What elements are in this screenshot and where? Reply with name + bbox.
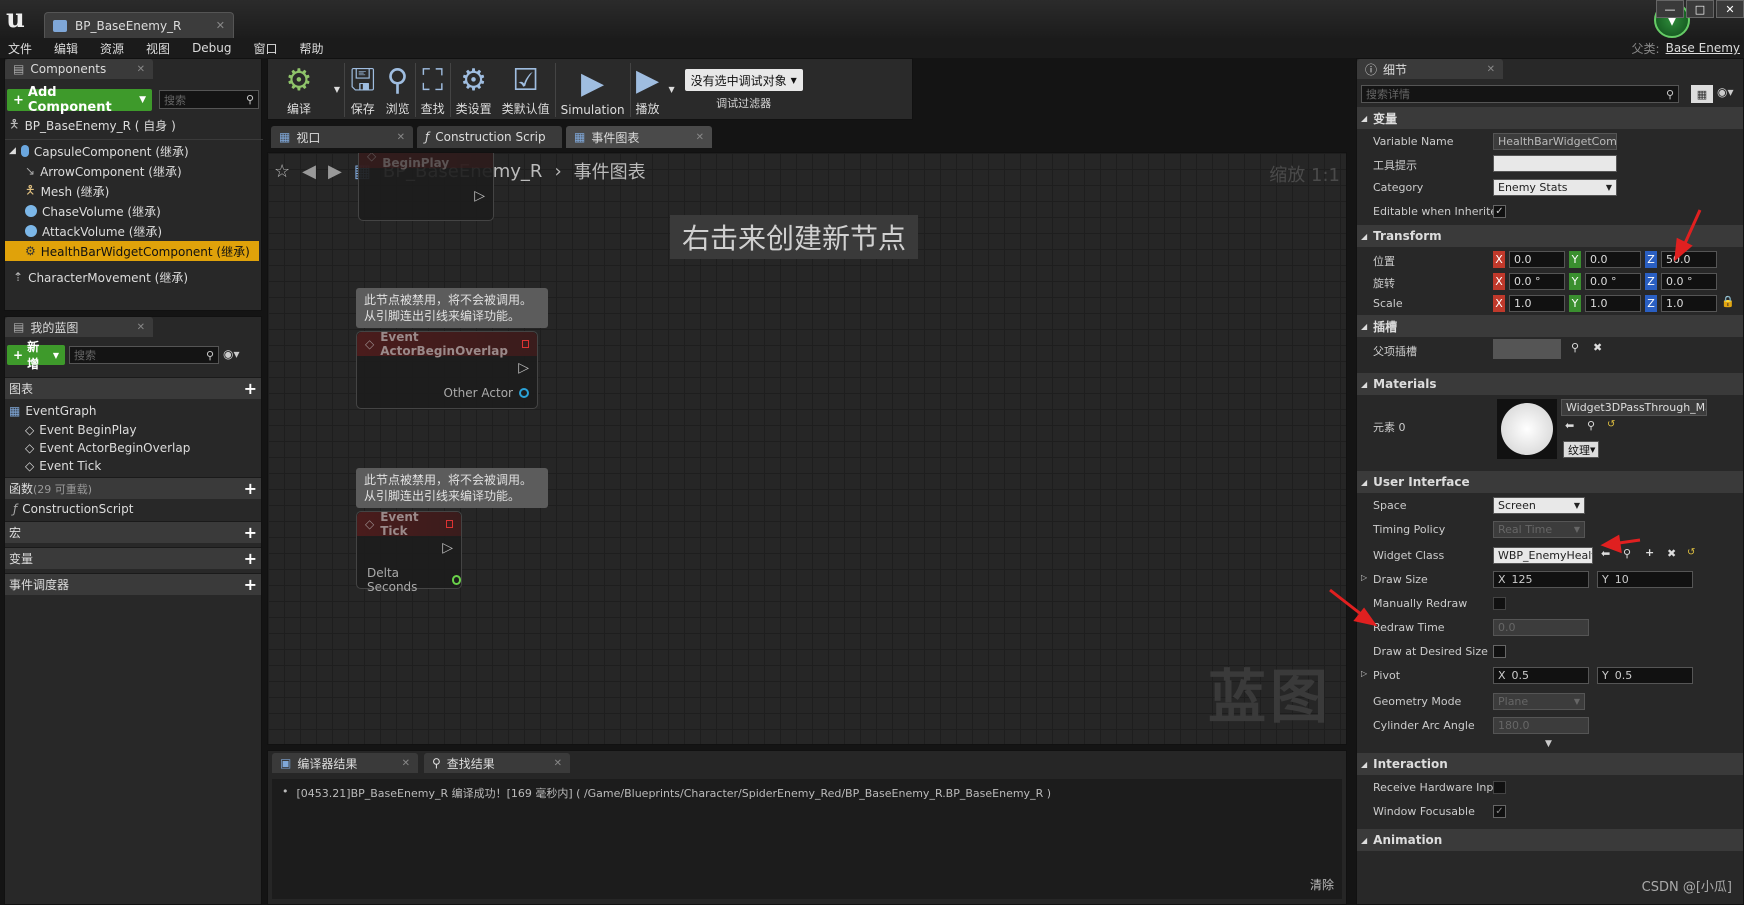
csdn-watermark: CSDN @[小瓜]	[1641, 880, 1732, 895]
annotation-arrows	[1329, 209, 1702, 627]
arrow-head	[1674, 237, 1693, 262]
arrow-head	[1600, 534, 1622, 554]
